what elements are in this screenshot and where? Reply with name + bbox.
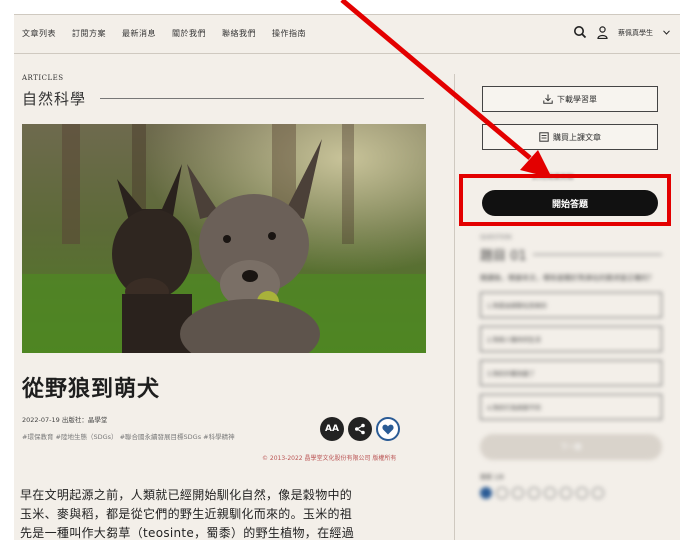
user-name[interactable]: 蔡佩真學生 (618, 28, 653, 38)
progress-dot (528, 487, 540, 499)
progress-dot (496, 487, 508, 499)
question-header: 題目 01 (480, 245, 662, 264)
progress-dots (480, 487, 662, 499)
quiz-panel: QUESTION 題目 01 閱讀後，根據本文，哪些是關於狗演化的敘述是正確的？… (480, 234, 662, 499)
user-icon[interactable] (597, 25, 608, 41)
buy-label: 購買上課文章 (553, 132, 601, 142)
category-title: 自然科學 (22, 90, 87, 108)
column-divider (454, 74, 455, 540)
heart-icon (382, 424, 394, 434)
body-line: 玉米、麥與稻，都是從它們的野生近親馴化而來的。玉米的祖 (20, 507, 353, 521)
top-nav: 文章列表 訂閱方案 最新消息 關於我們 聯絡我們 操作指南 蔡佩真學生 (14, 14, 680, 54)
nav-right: 蔡佩真學生 (573, 25, 670, 41)
progress-dot (512, 487, 524, 499)
answer-option[interactable]: 2.狗與人類共同生活 (480, 326, 662, 352)
nav-item-contact[interactable]: 聯絡我們 (222, 28, 256, 39)
chevron-down-icon[interactable] (663, 29, 670, 37)
highlight-box (459, 174, 671, 226)
download-worksheet-button[interactable]: 下載學習單 (482, 86, 658, 112)
answer-option[interactable]: 1.狗是由狼馴化而來的 (480, 292, 662, 318)
nav-links: 文章列表 訂閱方案 最新消息 關於我們 聯絡我們 操作指南 (22, 28, 306, 39)
question-text: 閱讀後，根據本文，哪些是關於狗演化的敘述是正確的？ (480, 274, 655, 282)
article-title: 從野狼到萌犬 (22, 377, 161, 402)
article-tags[interactable]: #環保教育 #陸地生態（SDGs） #聯合國永續發展目標SDGs #科學精神 (22, 431, 235, 441)
hero-photo-dogs (22, 124, 426, 353)
body-line: 早在文明起源之前，人類就已經開始馴化自然，像是穀物中的 (20, 488, 353, 502)
share-icon (355, 423, 365, 435)
page: 文章列表 訂閱方案 最新消息 關於我們 聯絡我們 操作指南 蔡佩真學生 ARTI… (14, 14, 680, 540)
copyright-text: © 2013-2022 晶學堂文化股份有限公司 版權所有 (262, 455, 397, 462)
favorite-button[interactable] (376, 417, 400, 441)
progress-label: 進度 1/8 (480, 474, 504, 481)
progress-dot (576, 487, 588, 499)
article-body: 早在文明起源之前，人類就已經開始馴化自然，像是穀物中的 玉米、麥與稻，都是從它們… (20, 486, 430, 540)
nav-item-about[interactable]: 關於我們 (172, 28, 206, 39)
search-icon[interactable] (573, 25, 587, 41)
question-divider (532, 254, 662, 255)
progress-dot (592, 487, 604, 499)
category-divider (100, 98, 424, 99)
nav-item-plans[interactable]: 訂閱方案 (72, 28, 106, 39)
nav-item-guide[interactable]: 操作指南 (272, 28, 306, 39)
answer-option[interactable]: 4.狗的行為與狼不同 (480, 394, 662, 420)
answer-option[interactable]: 3.狗的外觀改變了 (480, 360, 662, 386)
download-label: 下載學習單 (557, 94, 597, 104)
body-line: 先是一種叫作大芻草（teosinte，蜀黍）的野生植物，在經過 (20, 526, 355, 540)
article-icon (539, 132, 549, 142)
article-date: 2022-07-19 (22, 416, 60, 424)
share-button[interactable] (348, 417, 372, 441)
progress-dot (560, 487, 572, 499)
progress-dot (480, 487, 492, 499)
font-size-button[interactable]: AA (320, 417, 344, 441)
question-kicker: QUESTION (480, 234, 512, 241)
article-publisher: 出版社：晶學堂 (61, 416, 108, 424)
article-meta: 2022-07-19 出版社：晶學堂 (22, 414, 107, 424)
nav-item-news[interactable]: 最新消息 (122, 28, 156, 39)
article-actions: AA (320, 417, 400, 441)
section-label: ARTICLES (22, 74, 64, 82)
buy-article-button[interactable]: 購買上課文章 (482, 124, 658, 150)
question-title: 題目 01 (480, 249, 527, 264)
download-icon (543, 94, 553, 104)
progress-dot (544, 487, 556, 499)
next-question-button[interactable]: 下一題 (480, 434, 662, 460)
nav-item-articles[interactable]: 文章列表 (22, 28, 56, 39)
